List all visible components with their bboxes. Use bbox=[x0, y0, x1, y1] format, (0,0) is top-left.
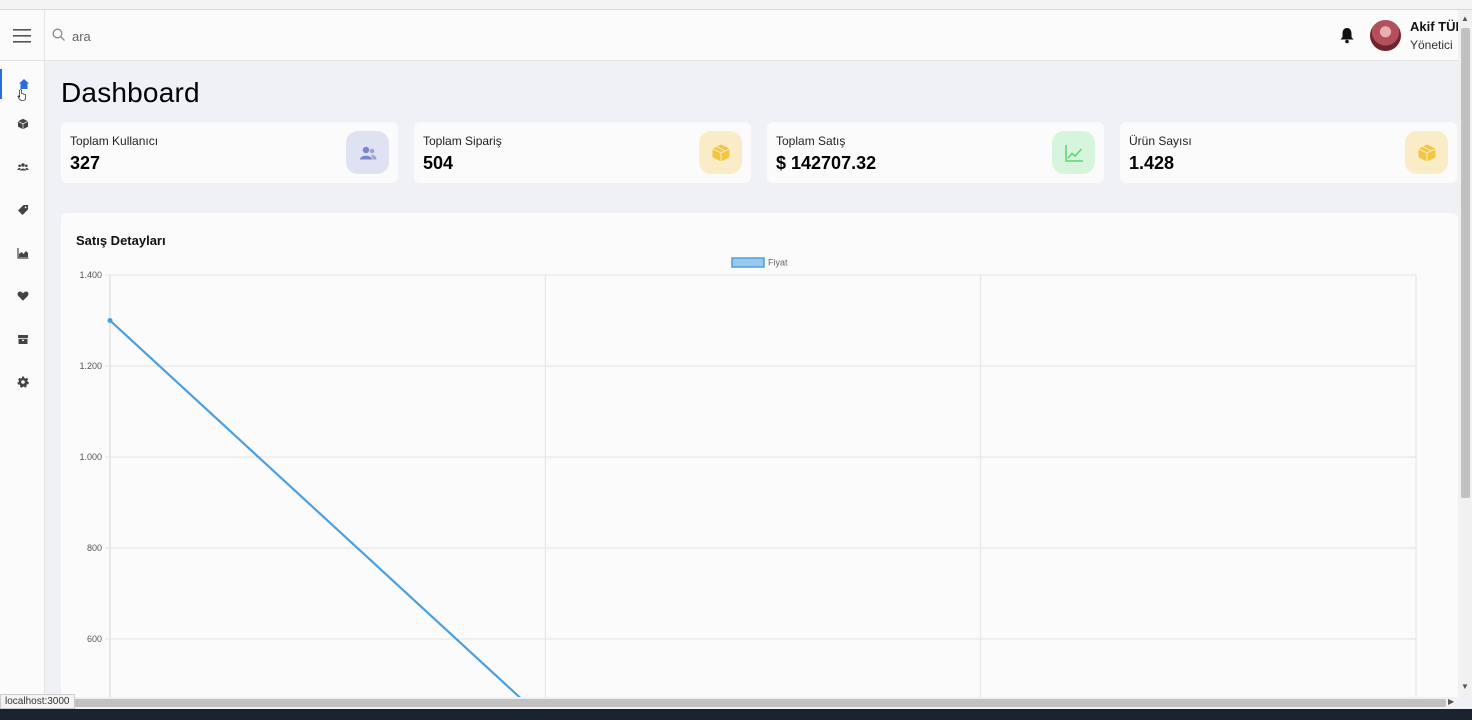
stat-card-value: 504 bbox=[423, 153, 454, 173]
hamburger-icon bbox=[13, 28, 31, 43]
vertical-scrollbar[interactable]: ▲ ▼ bbox=[1458, 10, 1472, 697]
scroll-down-arrow-icon[interactable]: ▼ bbox=[1461, 682, 1469, 691]
sidebar-item-store[interactable] bbox=[0, 324, 45, 354]
top-header: Akif TÜRK Yönetici bbox=[0, 10, 1458, 61]
store-icon bbox=[17, 335, 28, 344]
chart-legend-swatch bbox=[731, 257, 765, 268]
avatar[interactable] bbox=[1370, 20, 1401, 51]
stat-card-label: Toplam Kullanıcı bbox=[70, 134, 159, 148]
stat-card-icon-container bbox=[346, 131, 389, 174]
scroll-up-arrow-icon[interactable]: ▲ bbox=[1461, 14, 1469, 23]
gear-icon bbox=[16, 376, 29, 388]
horizontal-scrollbar-thumb[interactable] bbox=[66, 699, 1446, 707]
box-icon bbox=[711, 144, 730, 161]
os-taskbar bbox=[0, 709, 1472, 720]
users-icon bbox=[16, 163, 29, 171]
users-icon bbox=[359, 146, 376, 159]
stat-card-icon-container bbox=[1405, 131, 1448, 174]
chart-data-point bbox=[107, 318, 113, 323]
horizontal-scrollbar[interactable]: ▶ bbox=[0, 697, 1458, 709]
sales-details-panel: Satış Detayları 1.400 1.200 1.000 800 600 Fiy… bbox=[61, 213, 1458, 703]
stat-card-total-orders: Toplam Sipariş 504 bbox=[414, 122, 751, 183]
stat-card-value: 327 bbox=[70, 153, 101, 173]
sidebar-item-settings[interactable] bbox=[0, 367, 45, 397]
heart-icon bbox=[17, 291, 28, 301]
stat-card-product-count: Ürün Sayısı 1.428 bbox=[1120, 122, 1457, 183]
stat-card-label: Ürün Sayısı bbox=[1129, 134, 1192, 148]
sidebar-item-products[interactable] bbox=[0, 109, 45, 139]
sidebar bbox=[0, 61, 45, 697]
sidebar-item-favorites[interactable] bbox=[0, 281, 45, 311]
search-input[interactable] bbox=[72, 24, 372, 48]
stat-card-total-users: Toplam Kullanıcı 327 bbox=[61, 122, 398, 183]
sidebar-item-reports[interactable] bbox=[0, 238, 45, 268]
box-icon bbox=[1417, 144, 1436, 161]
vertical-scrollbar-thumb[interactable] bbox=[1461, 28, 1470, 498]
bell-icon[interactable] bbox=[1338, 26, 1356, 44]
stat-card-icon-container bbox=[699, 131, 742, 174]
menu-toggle-button[interactable] bbox=[0, 10, 45, 61]
stat-card-label: Toplam Satış bbox=[776, 134, 846, 148]
chart-line-icon bbox=[1064, 144, 1083, 162]
chart-area-icon bbox=[16, 248, 28, 259]
tag-icon bbox=[17, 205, 28, 215]
sidebar-item-tags[interactable] bbox=[0, 195, 45, 225]
scroll-right-arrow-icon[interactable]: ▶ bbox=[1448, 697, 1454, 706]
chart-series-line bbox=[109, 319, 528, 703]
stat-card-total-sales: Toplam Satış $ 142707.32 bbox=[767, 122, 1104, 183]
sales-line-chart: 1.400 1.200 1.000 800 600 Fiyat bbox=[79, 257, 1417, 703]
stat-card-label: Toplam Sipariş bbox=[423, 134, 502, 148]
chart-y-tick-label: 1.400 bbox=[79, 270, 102, 280]
stat-card-icon-container bbox=[1052, 131, 1095, 174]
user-role: Yönetici bbox=[1410, 38, 1453, 52]
stat-card-value: $ 142707.32 bbox=[776, 153, 877, 173]
search-icon bbox=[52, 28, 65, 41]
chart-y-tick-label: 600 bbox=[87, 634, 102, 644]
status-bar-url: localhost:3000 bbox=[0, 694, 75, 709]
page-title: Dashboard bbox=[61, 77, 200, 108]
chart-legend-label: Fiyat bbox=[768, 258, 788, 268]
sidebar-item-users[interactable] bbox=[0, 152, 45, 182]
chart-y-tick-label: 800 bbox=[87, 543, 102, 553]
chart-y-tick-label: 1.200 bbox=[79, 361, 102, 371]
user-name[interactable]: Akif TÜRK bbox=[1410, 19, 1458, 34]
stat-card-value: 1.428 bbox=[1129, 153, 1175, 173]
mouse-cursor-icon bbox=[17, 89, 26, 101]
sidebar-item-dashboard[interactable] bbox=[0, 69, 45, 101]
box-icon bbox=[17, 118, 28, 130]
chart-y-tick-label: 1.000 bbox=[79, 452, 102, 462]
browser-top-edge bbox=[0, 0, 1472, 10]
